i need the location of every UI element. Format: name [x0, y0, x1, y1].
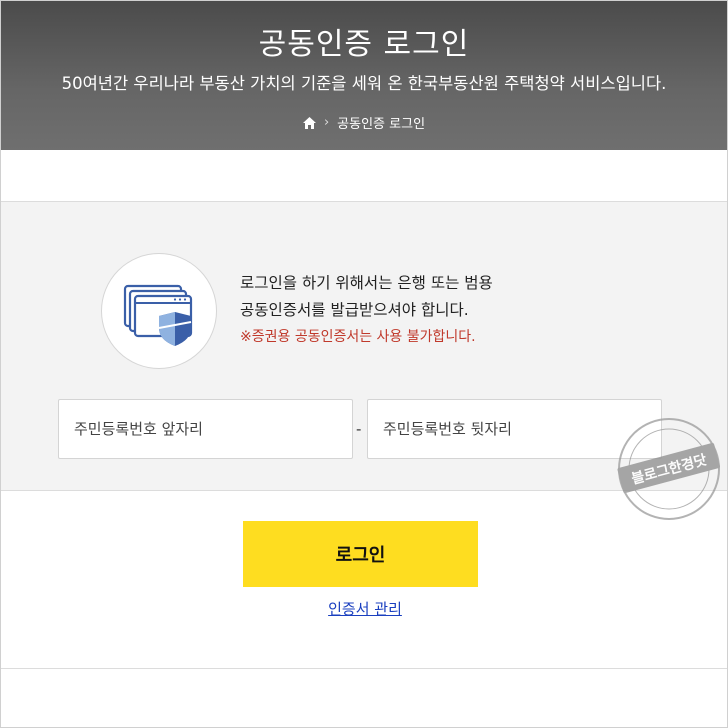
- page-subtitle: 50여년간 우리나라 부동산 가치의 기준을 세워 온 한국부동산원 주택청약 …: [61, 74, 667, 93]
- divider: [1, 668, 727, 669]
- home-icon[interactable]: [302, 116, 316, 129]
- notice-line-2: 공동인증서를 발급받으셔야 합니다.: [240, 301, 469, 319]
- id-separator: -: [356, 420, 362, 438]
- page-header: 공동인증 로그인 50여년간 우리나라 부동산 가치의 기준을 세워 온 한국부…: [1, 1, 727, 150]
- watermark-stamp: 블로그한경닷: [617, 418, 720, 520]
- certificate-shield-icon: [101, 253, 217, 369]
- cert-manage-link-text[interactable]: 인증서 관리: [328, 600, 402, 618]
- login-button[interactable]: 로그인: [243, 521, 478, 587]
- login-notice: 로그인을 하기 위해서는 은행 또는 범용 공동인증서를 발급받으셔야 합니다.…: [240, 270, 493, 351]
- chevron-right-icon: ›: [323, 115, 330, 130]
- notice-warning: ※증권용 공동인증서는 사용 불가합니다.: [240, 329, 476, 345]
- notice-line-1: 로그인을 하기 위해서는 은행 또는 범용: [240, 274, 493, 292]
- page-title: 공동인증 로그인: [258, 27, 470, 62]
- breadcrumb-current[interactable]: 공동인증 로그인: [337, 113, 425, 132]
- cert-manage-link: 인증서 관리: [1, 598, 728, 619]
- id-front-input[interactable]: [58, 399, 353, 459]
- breadcrumb: › 공동인증 로그인: [1, 113, 727, 132]
